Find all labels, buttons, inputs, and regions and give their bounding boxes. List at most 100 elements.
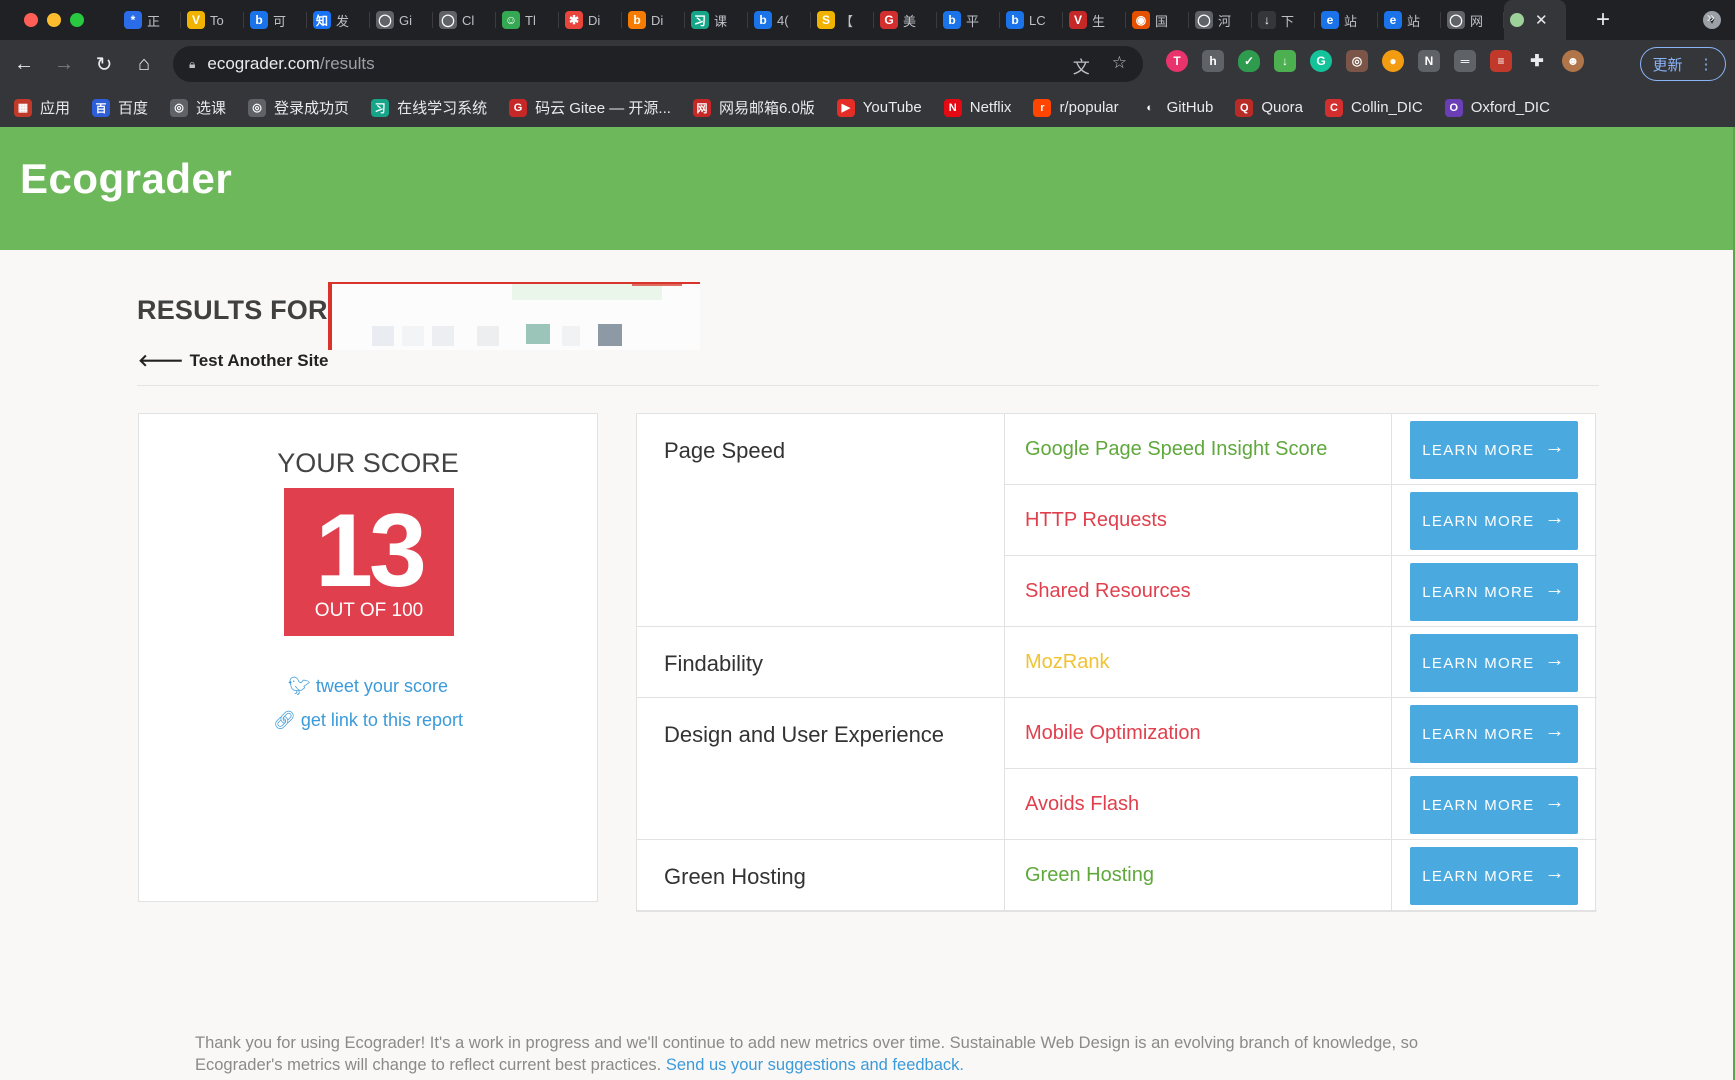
arrow-right-icon: → xyxy=(1544,648,1566,671)
extension-icon[interactable]: N xyxy=(1418,50,1440,72)
learn-more-button[interactable]: LEARN MORE → xyxy=(1410,634,1578,692)
bookmark-item[interactable]: r r/popular xyxy=(1033,98,1119,117)
bookmark-item[interactable]: ◐ GitHub xyxy=(1140,98,1213,117)
bookmark-item[interactable]: ◎ 登录成功页 xyxy=(248,97,349,118)
bookmark-item[interactable]: ▶ YouTube xyxy=(836,98,922,117)
tab[interactable]: 习课 xyxy=(685,0,748,40)
feedback-link[interactable]: Send us your suggestions and feedback. xyxy=(666,1056,964,1074)
extension-icon[interactable]: ◎ xyxy=(1346,50,1368,72)
tab[interactable]: ◯ 网 xyxy=(1441,0,1504,40)
tab[interactable]: V To xyxy=(181,0,244,40)
home-button[interactable]: ⌂ xyxy=(124,44,164,84)
tab[interactable]: G美 xyxy=(874,0,937,40)
window-controls xyxy=(0,13,118,27)
bookmark-label: Collin_DIC xyxy=(1351,99,1423,116)
metric-name: Shared Resources xyxy=(1025,580,1191,602)
bookmark-item[interactable]: Q Quora xyxy=(1235,98,1303,117)
grammarly-icon[interactable]: G xyxy=(1310,50,1332,72)
bookmark-item[interactable]: ▦ 应用 xyxy=(14,97,70,118)
tab[interactable]: b Di xyxy=(622,0,685,40)
ecograder-logo[interactable]: Ecograder xyxy=(20,155,232,203)
extension-icon[interactable]: T xyxy=(1166,50,1188,72)
bookmark-item[interactable]: ◎ 选课 xyxy=(170,97,226,118)
bookmark-item[interactable]: N Netflix xyxy=(943,98,1011,117)
update-label: 更新 xyxy=(1652,56,1683,74)
tab[interactable]: S 【 xyxy=(811,0,874,40)
page: Ecograder RESULTS FOR 🡐 Test Another Sit… xyxy=(0,127,1735,1080)
bookmark-favicon-icon: G xyxy=(509,98,528,117)
address-bar[interactable]: 🔒︎ ecograder.com/results 文 ☆ xyxy=(173,46,1143,82)
bookmark-item[interactable]: 网网易邮箱6.0版 xyxy=(692,97,815,118)
tab-favicon-icon: G xyxy=(880,11,898,29)
bookmark-star-icon[interactable]: ☆ xyxy=(1112,53,1127,78)
tab-favicon-icon: b xyxy=(250,11,268,29)
close-tab-icon[interactable]: ✕ xyxy=(1535,11,1548,29)
metric-cell: Avoids Flash xyxy=(1005,769,1392,840)
tab[interactable]: ✱ Di xyxy=(559,0,622,40)
tab[interactable]: ◯ 河 xyxy=(1189,0,1252,40)
back-button[interactable]: ← xyxy=(4,44,44,84)
bookmark-favicon-icon: N xyxy=(943,98,962,117)
new-tab-button[interactable]: + xyxy=(1596,6,1610,34)
bookmark-item[interactable]: O Oxford_DIC xyxy=(1444,98,1550,117)
tab[interactable]: ◉ 国 xyxy=(1126,0,1189,40)
tab[interactable]: ↓ 下 xyxy=(1252,0,1315,40)
metric-name: Mobile Optimization xyxy=(1025,722,1201,744)
extension-icon[interactable]: ═ xyxy=(1454,50,1476,72)
learn-more-button[interactable]: LEARN MORE → xyxy=(1410,705,1578,763)
flag-icon[interactable]: ≡ xyxy=(1490,50,1512,72)
tab[interactable]: * 正 xyxy=(118,0,181,40)
bookmarks-overflow-icon[interactable]: » xyxy=(1707,9,1715,26)
metric-cell: Shared Resources xyxy=(1005,556,1392,627)
tab[interactable]: 知发 xyxy=(307,0,370,40)
learn-more-button[interactable]: LEARN MORE → xyxy=(1410,492,1578,550)
category-row: Design and User Experience xyxy=(637,698,1005,840)
tab[interactable]: V生 xyxy=(1063,0,1126,40)
zoom-window-button[interactable] xyxy=(70,13,84,27)
forward-button[interactable]: → xyxy=(44,44,84,84)
tab[interactable]: b LC xyxy=(1000,0,1063,40)
score-suffix: OUT OF 100 xyxy=(314,600,424,621)
learn-more-button[interactable]: LEARN MORE → xyxy=(1410,563,1578,621)
tab-active[interactable]: ✕ xyxy=(1504,0,1566,40)
tab[interactable]: b可 xyxy=(244,0,307,40)
bookmark-item[interactable]: C Collin_DIC xyxy=(1325,98,1423,117)
learn-more-button[interactable]: LEARN MORE → xyxy=(1410,776,1578,834)
avatar[interactable]: ☻ xyxy=(1562,50,1584,72)
tweet-score-link[interactable]: 🐦︎ tweet your score xyxy=(139,676,597,697)
test-another-site-link[interactable]: 🡐 Test Another Site xyxy=(138,351,328,371)
arrow-right-icon: → xyxy=(1544,506,1566,529)
learn-more-button[interactable]: LEARN MORE → xyxy=(1410,421,1578,479)
tab[interactable]: ☺ Tl xyxy=(496,0,559,40)
bookmark-label: 选课 xyxy=(196,100,227,117)
shield-icon[interactable]: ✓ xyxy=(1238,50,1260,72)
reload-button[interactable]: ↻ xyxy=(84,44,124,84)
extension-icon[interactable]: ● xyxy=(1382,50,1404,72)
tab[interactable]: e站 xyxy=(1378,0,1441,40)
bookmark-favicon-icon: ▶ xyxy=(836,98,855,117)
close-window-button[interactable] xyxy=(24,13,38,27)
tab[interactable]: ◯ Cl xyxy=(433,0,496,40)
tab[interactable]: b平 xyxy=(937,0,1000,40)
extension-icon[interactable]: h xyxy=(1202,50,1224,72)
tab[interactable]: b 4( xyxy=(748,0,811,40)
tab[interactable]: ◯ Gi xyxy=(370,0,433,40)
menu-icon: ⋮ xyxy=(1698,56,1714,73)
bookmark-favicon-icon: r xyxy=(1033,98,1052,117)
bookmark-favicon-icon: 网 xyxy=(692,98,711,117)
metric-cell: Google Page Speed Insight Score xyxy=(1005,414,1392,485)
learn-more-button[interactable]: LEARN MORE → xyxy=(1410,847,1578,905)
learn-more-label: LEARN MORE xyxy=(1422,654,1535,672)
bookmark-item[interactable]: 习在线学习系统 xyxy=(371,97,487,118)
puzzle-icon[interactable]: ✚ xyxy=(1526,50,1548,72)
minimize-window-button[interactable] xyxy=(47,13,61,27)
translate-icon[interactable]: 文 xyxy=(1073,53,1090,78)
bookmark-item[interactable]: G 码云 Gitee — 开源... xyxy=(509,97,671,118)
bookmark-item[interactable]: 百百度 xyxy=(92,97,148,118)
download-extension-icon[interactable]: ↓ xyxy=(1274,50,1296,72)
update-button[interactable]: 更新 ⋮ xyxy=(1640,47,1726,81)
arrow-right-icon: → xyxy=(1544,577,1566,600)
bookmark-favicon-icon: ◎ xyxy=(248,98,267,117)
tab[interactable]: e站 xyxy=(1315,0,1378,40)
get-report-link[interactable]: 🔗︎ get link to this report xyxy=(139,710,597,731)
